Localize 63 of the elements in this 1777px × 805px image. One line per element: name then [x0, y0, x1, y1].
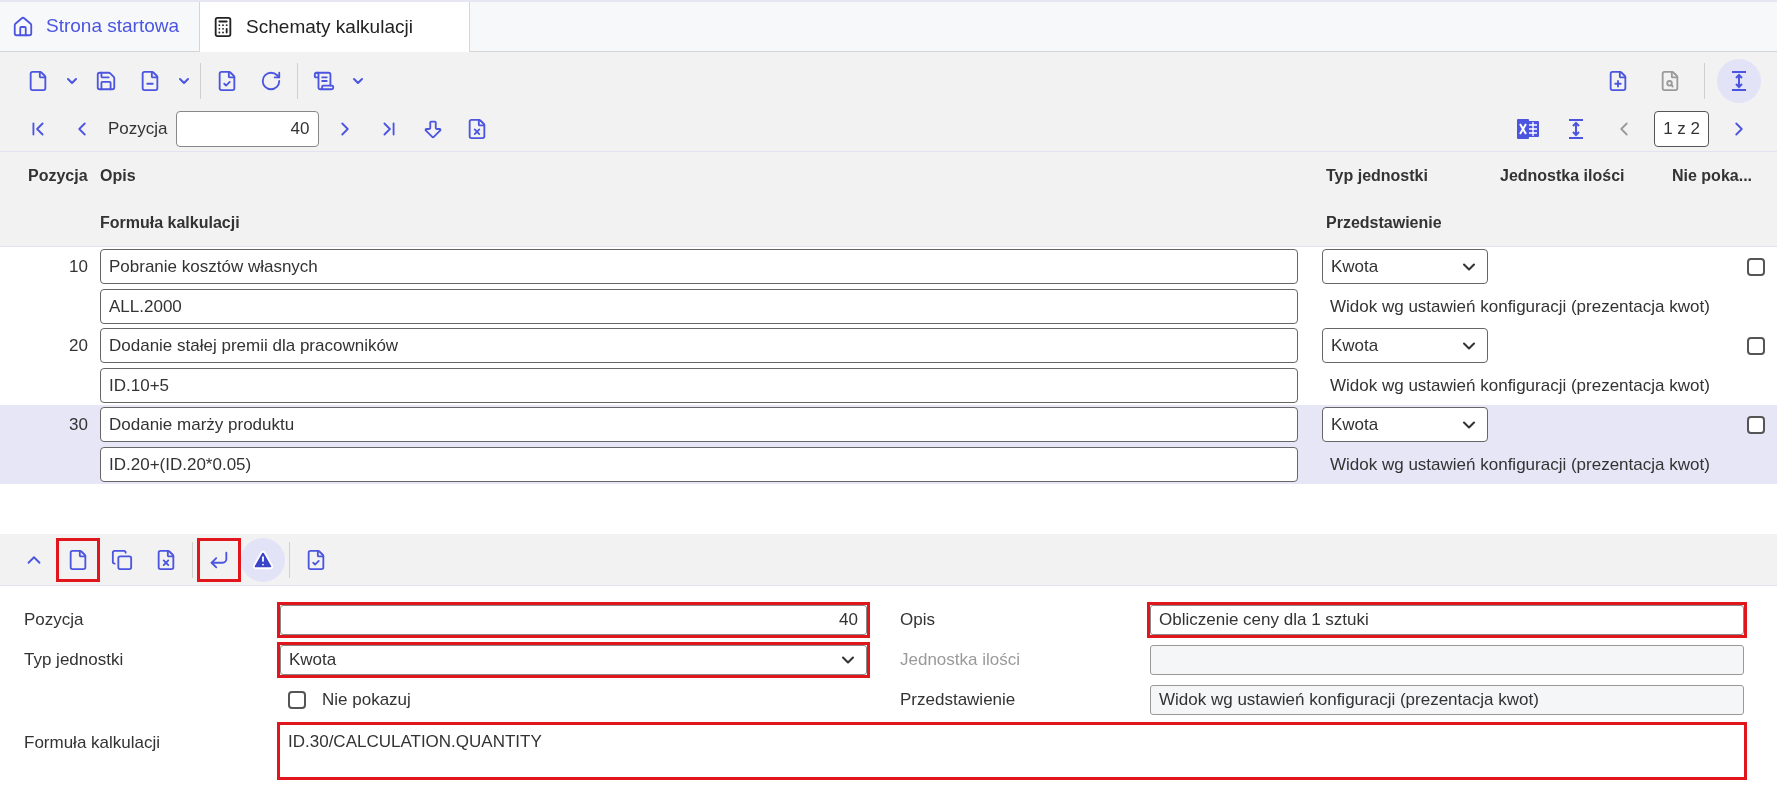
- save-icon: [95, 70, 117, 92]
- unit-type-select[interactable]: Kwota: [1322, 407, 1488, 442]
- document-search-icon: [1659, 70, 1681, 92]
- column-header: Jednostka ilości: [1500, 165, 1626, 186]
- description-field[interactable]: Pobranie kosztów własnych: [100, 249, 1298, 284]
- table-cell-text: 10: [68, 255, 89, 278]
- field-label: Pozycja: [23, 609, 85, 632]
- table-cell-text: 30: [68, 413, 89, 436]
- table-row[interactable]: 30 Dodanie marży produktu Kwota ID.20+(ID.20*0.05) Widok wg ustawień konfiguracji (prezentacja kwot): [0, 405, 1777, 484]
- unit-type-select[interactable]: Kwota: [1322, 328, 1488, 363]
- column-header: Typ jednostki: [1325, 165, 1429, 186]
- tab[interactable]: Schematy kalkulacji: [199, 2, 470, 52]
- description-input[interactable]: Obliczenie ceny dla 1 sztuki: [1147, 602, 1747, 638]
- document-check-icon: [216, 70, 238, 92]
- delete-document-icon: [139, 70, 161, 92]
- toolbar-button[interactable]: [197, 537, 241, 582]
- copy-icon: [111, 548, 133, 571]
- column-header: Pozycja: [27, 165, 89, 186]
- table-cell-text: Widok wg ustawień konfiguracji (prezentacja kwot): [1329, 295, 1711, 318]
- document-check-icon: [305, 548, 327, 571]
- field-label: Opis: [900, 609, 936, 632]
- column-header: Przedstawienie: [1325, 212, 1443, 233]
- tab[interactable]: Strona startowa: [0, 2, 200, 51]
- document-icon: [27, 70, 49, 92]
- toolbar-button[interactable]: [56, 537, 100, 582]
- field-label: Przedstawienie: [900, 689, 1017, 712]
- refresh-icon: [260, 70, 282, 92]
- formula-field[interactable]: ID.20+(ID.20*0.05): [100, 447, 1298, 482]
- document-icon: [67, 548, 89, 571]
- field-label: Formuła kalkulacji: [23, 732, 162, 754]
- position-field[interactable]: 40: [175, 110, 319, 147]
- unit-type-select[interactable]: Kwota: [277, 642, 870, 678]
- warning-icon: [252, 548, 274, 571]
- spreadsheet-icon: [1516, 117, 1541, 140]
- home-icon: [12, 15, 34, 38]
- position-input[interactable]: 40: [277, 602, 870, 638]
- document-x-icon: [155, 548, 177, 571]
- field-label: Typ jednostki: [23, 649, 125, 672]
- toolbar-button[interactable]: [1717, 59, 1761, 103]
- checkbox-label: Nie pokazuj: [322, 689, 411, 712]
- checkbox[interactable]: [1747, 415, 1765, 434]
- checkbox[interactable]: [288, 691, 306, 709]
- unit-type-select[interactable]: Kwota: [1322, 249, 1488, 284]
- column-header: Opis: [99, 165, 137, 186]
- column-header: Formuła kalkulacji: [99, 212, 241, 233]
- description-field[interactable]: Dodanie stałej premii dla pracowników: [100, 328, 1298, 363]
- checkbox[interactable]: [1747, 336, 1765, 355]
- checkbox[interactable]: [1747, 257, 1765, 276]
- scroll-icon: [313, 70, 335, 92]
- description-field[interactable]: Dodanie marży produktu: [100, 407, 1298, 442]
- page-indicator: 1 z 2: [1654, 110, 1709, 147]
- formula-field[interactable]: ALL.2000: [100, 289, 1298, 324]
- field-label: Jednostka ilości: [900, 649, 1021, 672]
- formula-input[interactable]: ID.30/CALCULATION.QUANTITY: [277, 722, 1747, 780]
- table-cell-text: Widok wg ustawień konfiguracji (prezentacja kwot): [1329, 374, 1711, 397]
- formula-field[interactable]: ID.10+5: [100, 368, 1298, 403]
- add-document-icon: [1607, 70, 1629, 92]
- table-cell-text: 20: [68, 334, 89, 357]
- toolbar-button[interactable]: [241, 537, 285, 582]
- column-header: Nie poka...: [1672, 165, 1754, 186]
- presentation-input[interactable]: Widok wg ustawień konfiguracji (prezentacja kwot): [1150, 685, 1744, 715]
- position-label: Pozycja: [108, 117, 168, 140]
- table-cell-text: Widok wg ustawień konfiguracji (prezentacja kwot): [1329, 453, 1711, 476]
